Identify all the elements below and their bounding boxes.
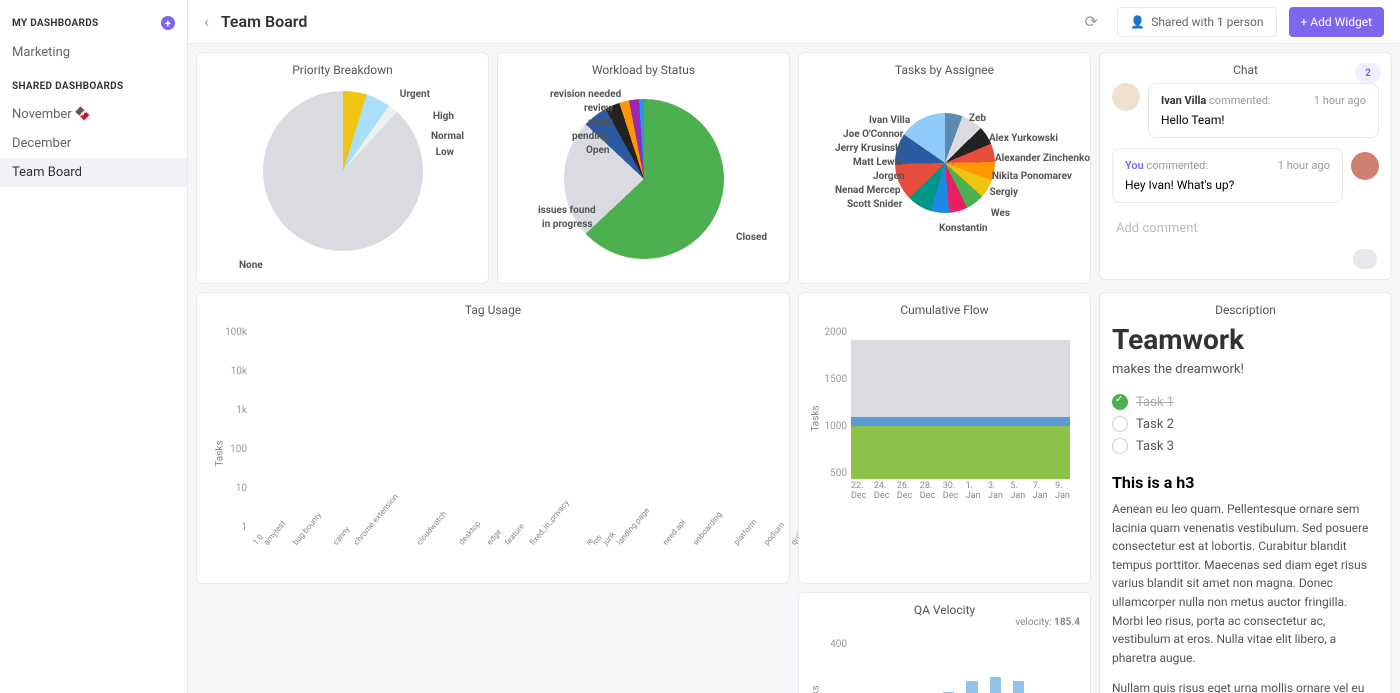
description-h3: This is a h3 (1112, 473, 1379, 492)
dashboard-grid: Priority Breakdown Urgent High Normal Lo… (188, 44, 1400, 693)
label-matt: Matt Lewis (853, 157, 902, 168)
label-konstantin: Konstantin (939, 223, 988, 234)
y-axis-label: Tasks (215, 440, 226, 466)
widget-title: Tasks by Assignee (811, 63, 1078, 77)
task-label: Task 1 (1136, 395, 1174, 410)
label-low: Low (436, 147, 454, 158)
qa-velocity-chart[interactable] (851, 639, 1070, 693)
description-para: Aenean eu leo quam. Pellentesque ornare … (1112, 500, 1379, 667)
sidebar-item[interactable]: December (0, 129, 187, 158)
widget-title: Tag Usage (209, 303, 777, 317)
chat-badge-icon[interactable]: 2 (1355, 63, 1381, 83)
label-scott: Scott Snider (847, 199, 902, 210)
refresh-icon[interactable]: ⟳ (1077, 8, 1105, 36)
widget-chat: Chat 2 Ivan Villa commented: 1 hour ago … (1099, 52, 1392, 280)
widget-title: Cumulative Flow (811, 303, 1078, 317)
sidebar: MY DASHBOARDS + Marketing SHARED DASHBOA… (0, 0, 188, 693)
add-dashboard-icon[interactable]: + (161, 16, 175, 30)
widget-title: Description (1112, 303, 1379, 317)
widget-description: Description Teamwork makes the dreamwork… (1099, 292, 1392, 693)
label-revision: revision needed (550, 89, 621, 100)
widget-cumulative-flow: Cumulative Flow Tasks 200015001000500 22… (798, 292, 1091, 584)
label-joe: Joe O'Connor (843, 129, 903, 140)
widget-tasks-assignee: Tasks by Assignee Ivan Villa Joe O'Conno… (798, 52, 1091, 284)
message-body: Hello Team! (1161, 113, 1366, 127)
sidebar-item[interactable]: Marketing (0, 38, 187, 67)
label-nikita: Nikita Ponomarev (992, 171, 1072, 182)
my-dashboards-label: MY DASHBOARDS (12, 18, 98, 29)
main: ‹ Team Board ⟳ 👤 Shared with 1 person + … (188, 0, 1400, 693)
send-icon[interactable] (1353, 249, 1377, 269)
label-normal: Normal (431, 131, 464, 142)
priority-pie-chart[interactable] (263, 91, 423, 251)
shared-with-label: Shared with 1 person (1151, 15, 1263, 29)
task-item[interactable]: Task 3 (1112, 435, 1379, 457)
widget-title: Priority Breakdown (209, 63, 476, 77)
shared-with-button[interactable]: 👤 Shared with 1 person (1117, 7, 1276, 37)
label-ready: ready (588, 117, 613, 128)
sidebar-item[interactable]: Team Board (0, 158, 187, 187)
chat-message: You commented: 1 hour ago Hey Ivan! What… (1112, 148, 1343, 203)
label-wes: Wes (991, 208, 1010, 219)
task-item[interactable]: Task 1 (1112, 391, 1379, 413)
comment-input[interactable]: Add comment (1112, 213, 1379, 244)
label-ivan: Ivan Villa (869, 115, 910, 126)
task-checkbox[interactable] (1112, 394, 1128, 410)
label-issues: issues found (538, 205, 596, 216)
person-icon: 👤 (1130, 15, 1145, 29)
widget-tag-usage: Tag Usage Tasks 100k10k1k100101 1.0amyte… (196, 292, 790, 584)
chat-message: Ivan Villa commented: 1 hour ago Hello T… (1148, 83, 1379, 138)
message-time: 1 hour ago (1314, 94, 1366, 107)
widget-title: QA Velocity (811, 603, 1078, 617)
description-para: Nullam quis risus eget urna mollis ornar… (1112, 679, 1379, 693)
label-jorgen: Jorgen (873, 171, 905, 182)
widget-workload-status: Workload by Status revision needed revie… (497, 52, 790, 284)
avatar[interactable] (1112, 83, 1140, 111)
task-label: Task 2 (1136, 417, 1174, 432)
shared-dashboards-label: SHARED DASHBOARDS (12, 81, 123, 92)
back-icon[interactable]: ‹ (204, 12, 209, 31)
label-closed: Closed (736, 232, 767, 243)
widget-title: Workload by Status (510, 63, 777, 77)
widget-priority-breakdown: Priority Breakdown Urgent High Normal Lo… (196, 52, 489, 284)
label-jerry: Jerry Krusinski (835, 143, 903, 154)
label-open: Open (586, 145, 610, 156)
sidebar-item[interactable]: November 🍫 (0, 100, 187, 129)
widget-title: Chat (1112, 63, 1379, 77)
task-checkbox[interactable] (1112, 438, 1128, 454)
label-alexz: Alexander Zinchenko (995, 153, 1090, 164)
assignee-pie-chart[interactable] (895, 113, 995, 213)
label-high: High (433, 111, 454, 122)
label-none: None (239, 260, 263, 271)
description-subtitle: makes the dreamwork! (1112, 362, 1379, 377)
my-dashboards-header: MY DASHBOARDS + (12, 12, 175, 34)
widget-qa-velocity: QA Velocity velocity: 185.4 Tasks 400200… (798, 592, 1091, 693)
shared-dashboards-header: SHARED DASHBOARDS (12, 77, 175, 96)
page-title: Team Board (221, 12, 1065, 31)
task-item[interactable]: Task 2 (1112, 413, 1379, 435)
label-pending: pending (572, 131, 608, 142)
add-widget-label: + Add Widget (1301, 15, 1372, 29)
label-nenad: Nenad Mercep (835, 185, 901, 196)
label-inprogress: in progress (542, 219, 592, 230)
topbar: ‹ Team Board ⟳ 👤 Shared with 1 person + … (188, 0, 1400, 44)
add-widget-button[interactable]: + Add Widget (1289, 7, 1384, 37)
cumulative-flow-chart[interactable] (851, 327, 1070, 479)
task-label: Task 3 (1136, 439, 1174, 454)
description-heading: Teamwork (1112, 323, 1379, 356)
label-review: review (584, 103, 613, 114)
task-checkbox[interactable] (1112, 416, 1128, 432)
label-urgent: Urgent (400, 89, 430, 100)
label-alexy: Alex Yurkowski (989, 133, 1058, 144)
label-zeb: Zeb (969, 113, 986, 124)
label-sergiy: Sergiy (989, 187, 1018, 198)
tag-usage-chart[interactable] (251, 327, 777, 533)
avatar[interactable] (1351, 152, 1379, 180)
message-time: 1 hour ago (1278, 159, 1330, 172)
message-body: Hey Ivan! What's up? (1125, 178, 1330, 192)
